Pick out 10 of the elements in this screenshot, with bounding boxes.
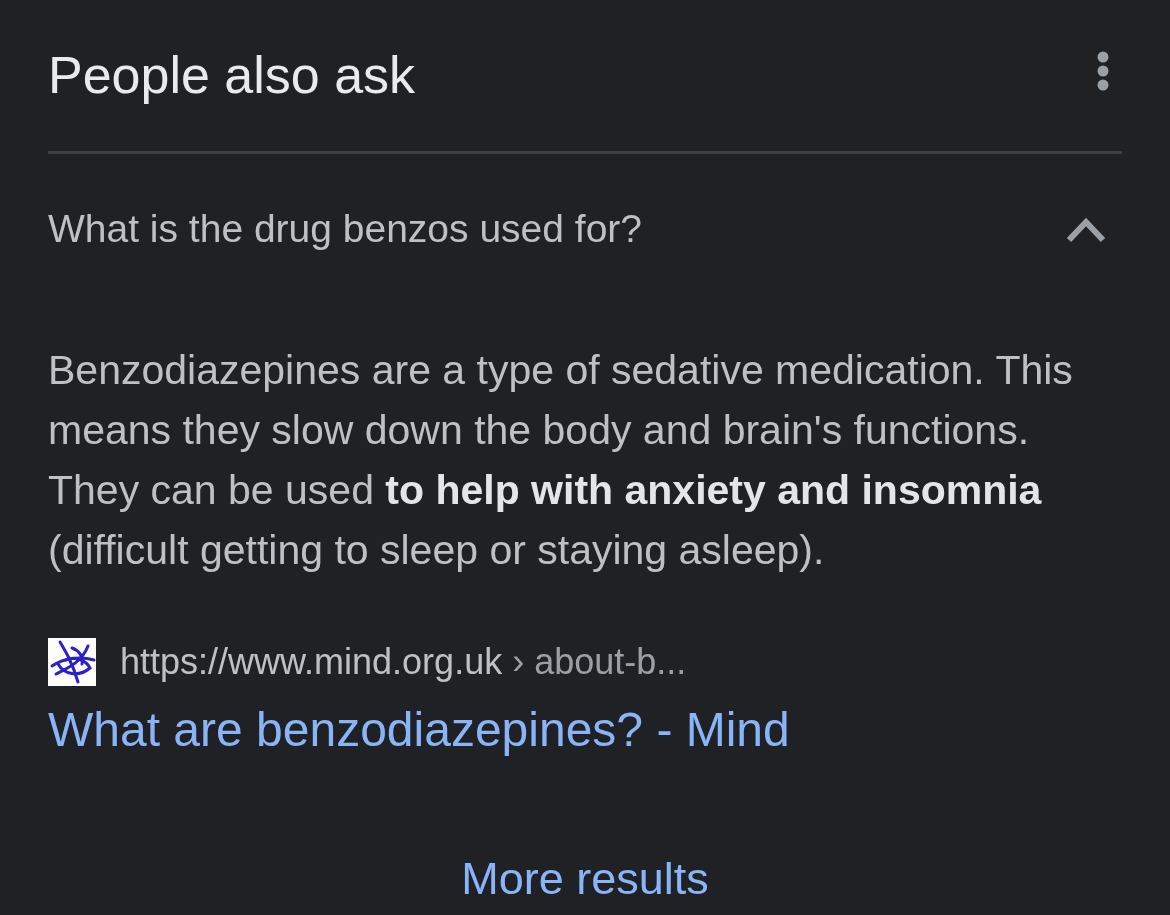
source-breadcrumb: › about-b... (512, 641, 687, 682)
site-favicon-icon (48, 638, 96, 686)
more-options-button[interactable] (1096, 50, 1110, 91)
answer-text: Benzodiazepines are a type of sedative medication. This means they slow down the body and brain's functions. They can be used to help with anxiety and insomnia (difficult getting to sleep or staying asleep). (48, 346, 1074, 575)
source-url: https://www.mind.org.uk (120, 641, 503, 682)
result-title-link[interactable]: What are benzodiazepines? - Mind (48, 702, 790, 757)
more-options-icon (1096, 50, 1110, 91)
section-title: People also ask (48, 44, 416, 105)
question-toggle[interactable]: What is the drug benzos used for? (48, 154, 1122, 304)
more-results-link[interactable]: More results (461, 853, 709, 905)
